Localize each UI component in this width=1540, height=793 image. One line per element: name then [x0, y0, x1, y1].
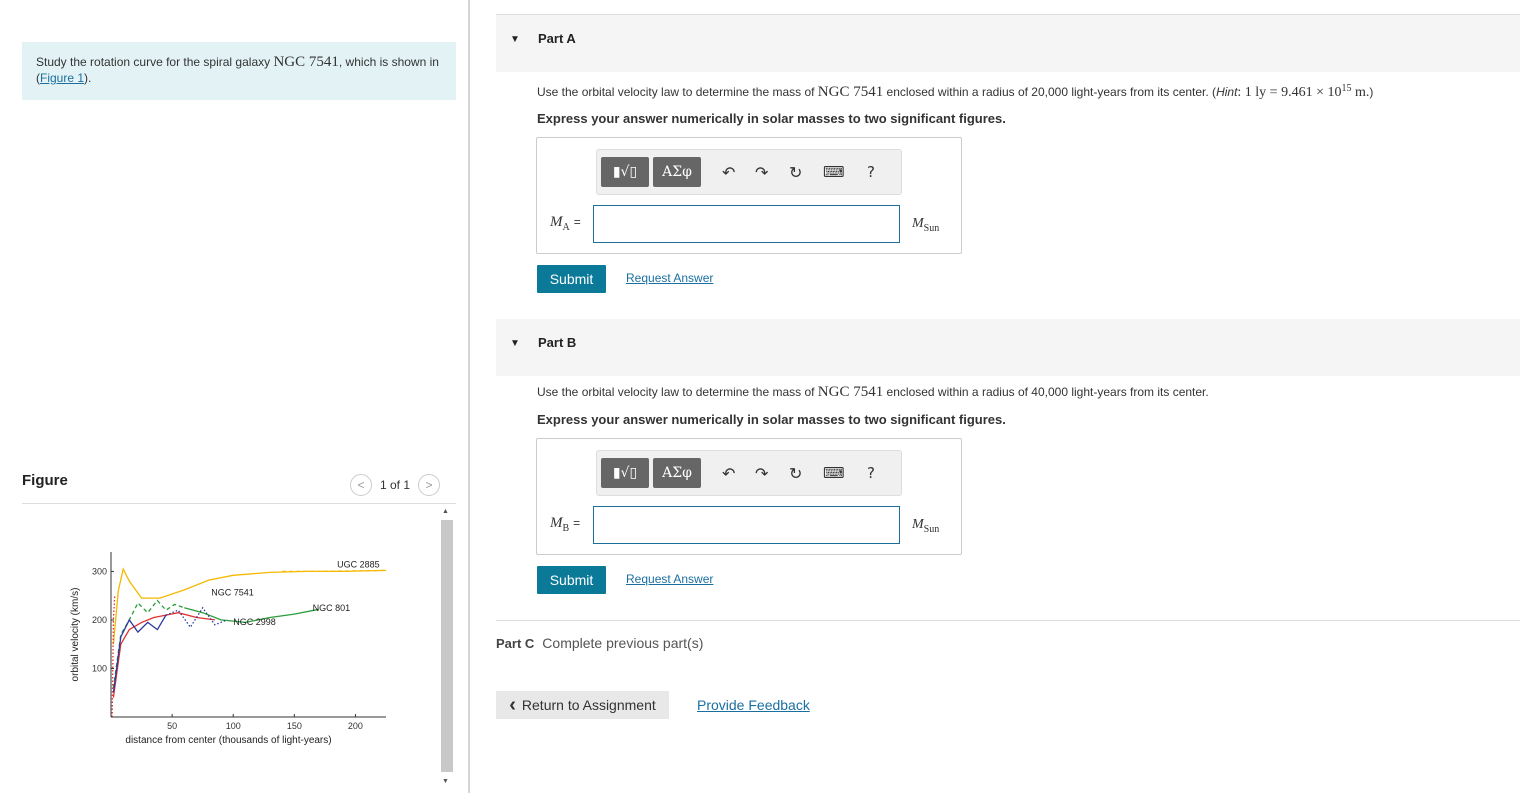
part-b-label: Part B	[538, 335, 577, 350]
intro-box: Study the rotation curve for the spiral …	[22, 42, 456, 100]
help-icon[interactable]: ?	[867, 163, 875, 181]
series-line-ngc-2998	[112, 612, 215, 698]
provide-feedback-link[interactable]: Provide Feedback	[697, 697, 810, 713]
next-figure-button[interactable]: >	[418, 474, 441, 496]
figure-pager: < 1 of 1 >	[350, 474, 441, 496]
intro-text-end: ).	[84, 71, 92, 85]
chevron-left-icon: <	[357, 478, 365, 492]
series-label: NGC 801	[313, 603, 351, 613]
x-tick-label: 150	[287, 721, 302, 731]
part-b-request-answer-link[interactable]: Request Answer	[626, 572, 713, 586]
rotation-curve-chart: 50 100 150 200 100 200 300 distance from center…	[70, 552, 387, 746]
part-c-divider	[496, 620, 1520, 621]
part-b-answer-input[interactable]	[593, 506, 900, 544]
math-toolbar: ▮√▯ ΑΣφ ↶ ↷ ↻ ⌨ ?	[596, 450, 902, 496]
series-line-4	[112, 614, 167, 693]
redo-icon[interactable]: ↷	[755, 163, 768, 182]
scroll-down-icon[interactable]: ▼	[442, 778, 449, 785]
help-icon[interactable]: ?	[867, 464, 875, 482]
part-a-variable-label: MA =	[550, 214, 581, 233]
figure-scrollbar[interactable]: ▲ ▼	[439, 506, 455, 791]
part-a-question: Use the orbital velocity law to determin…	[537, 83, 1374, 100]
intro-text: Study the rotation curve for the spiral …	[36, 55, 274, 69]
keyboard-icon[interactable]: ⌨	[823, 464, 845, 482]
part-c-row: Part C Complete previous part(s)	[496, 635, 703, 651]
left-panel: Study the rotation curve for the spiral …	[0, 0, 468, 793]
part-b-instruction: Express your answer numerically in solar…	[537, 412, 1006, 427]
scroll-thumb[interactable]	[441, 520, 453, 772]
galaxy-name: NGC 7541	[273, 54, 339, 70]
part-a-instruction: Express your answer numerically in solar…	[537, 111, 1006, 126]
collapse-triangle-icon[interactable]: ▼	[510, 338, 520, 349]
reset-icon[interactable]: ↻	[789, 464, 802, 483]
y-axis-label: orbital velocity (km/s)	[70, 588, 81, 682]
part-a-submit-button[interactable]: Submit	[537, 265, 606, 293]
part-b-submit-button[interactable]: Submit	[537, 566, 606, 594]
return-label: Return to Assignment	[521, 697, 656, 713]
part-a-request-answer-link[interactable]: Request Answer	[626, 271, 713, 285]
chevron-right-icon: >	[425, 478, 433, 492]
series-label: NGC 2998	[233, 617, 276, 627]
figure-link[interactable]: Figure 1	[40, 71, 84, 85]
series-line-6	[111, 595, 116, 718]
figure-divider	[22, 503, 456, 504]
part-a-answer-input[interactable]	[593, 205, 900, 243]
redo-icon[interactable]: ↷	[755, 464, 768, 483]
part-b-unit: MSun	[912, 517, 940, 535]
undo-icon[interactable]: ↶	[722, 464, 735, 483]
part-a-unit: MSun	[912, 216, 940, 234]
series-label: NGC 7541	[211, 588, 254, 598]
part-c-label: Part C	[496, 636, 535, 651]
y-tick-label: 300	[92, 566, 107, 576]
figure-title: Figure	[22, 472, 68, 489]
reset-icon[interactable]: ↻	[789, 163, 802, 182]
scroll-up-icon[interactable]: ▲	[442, 508, 449, 515]
templates-button[interactable]: ▮√▯	[601, 157, 649, 187]
x-tick-label: 50	[167, 721, 177, 731]
math-toolbar: ▮√▯ ΑΣφ ↶ ↷ ↻ ⌨ ?	[596, 149, 902, 195]
x-tick-label: 100	[226, 721, 241, 731]
y-tick-label: 200	[92, 615, 107, 625]
part-a-header[interactable]: ▼ Part A	[496, 15, 1520, 72]
templates-button[interactable]: ▮√▯	[601, 458, 649, 488]
return-to-assignment-button[interactable]: ‹ Return to Assignment	[496, 691, 669, 719]
part-c-status: Complete previous part(s)	[542, 635, 704, 651]
part-a-answer-box: ▮√▯ ΑΣφ ↶ ↷ ↻ ⌨ ? MA = MSun	[536, 137, 962, 254]
keyboard-icon[interactable]: ⌨	[823, 163, 845, 181]
prev-figure-button[interactable]: <	[350, 474, 372, 496]
part-b-variable-label: MB =	[550, 515, 581, 534]
collapse-triangle-icon[interactable]: ▼	[510, 34, 520, 45]
symbols-button[interactable]: ΑΣφ	[653, 458, 701, 488]
x-axis-label: distance from center (thousands of light…	[125, 735, 331, 746]
symbols-button[interactable]: ΑΣφ	[653, 157, 701, 187]
y-tick-label: 100	[92, 663, 107, 673]
part-b-header[interactable]: ▼ Part B	[496, 319, 1520, 376]
part-a-label: Part A	[538, 31, 576, 46]
chevron-left-icon: ‹	[509, 694, 516, 716]
panel-divider	[468, 0, 470, 793]
undo-icon[interactable]: ↶	[722, 163, 735, 182]
pager-count: 1 of 1	[380, 478, 411, 492]
part-b-question: Use the orbital velocity law to determin…	[537, 384, 1209, 400]
series-label: UGC 2885	[337, 560, 380, 570]
part-b-answer-box: ▮√▯ ΑΣφ ↶ ↷ ↻ ⌨ ? MB = MSun	[536, 438, 962, 555]
x-tick-label: 200	[348, 721, 363, 731]
